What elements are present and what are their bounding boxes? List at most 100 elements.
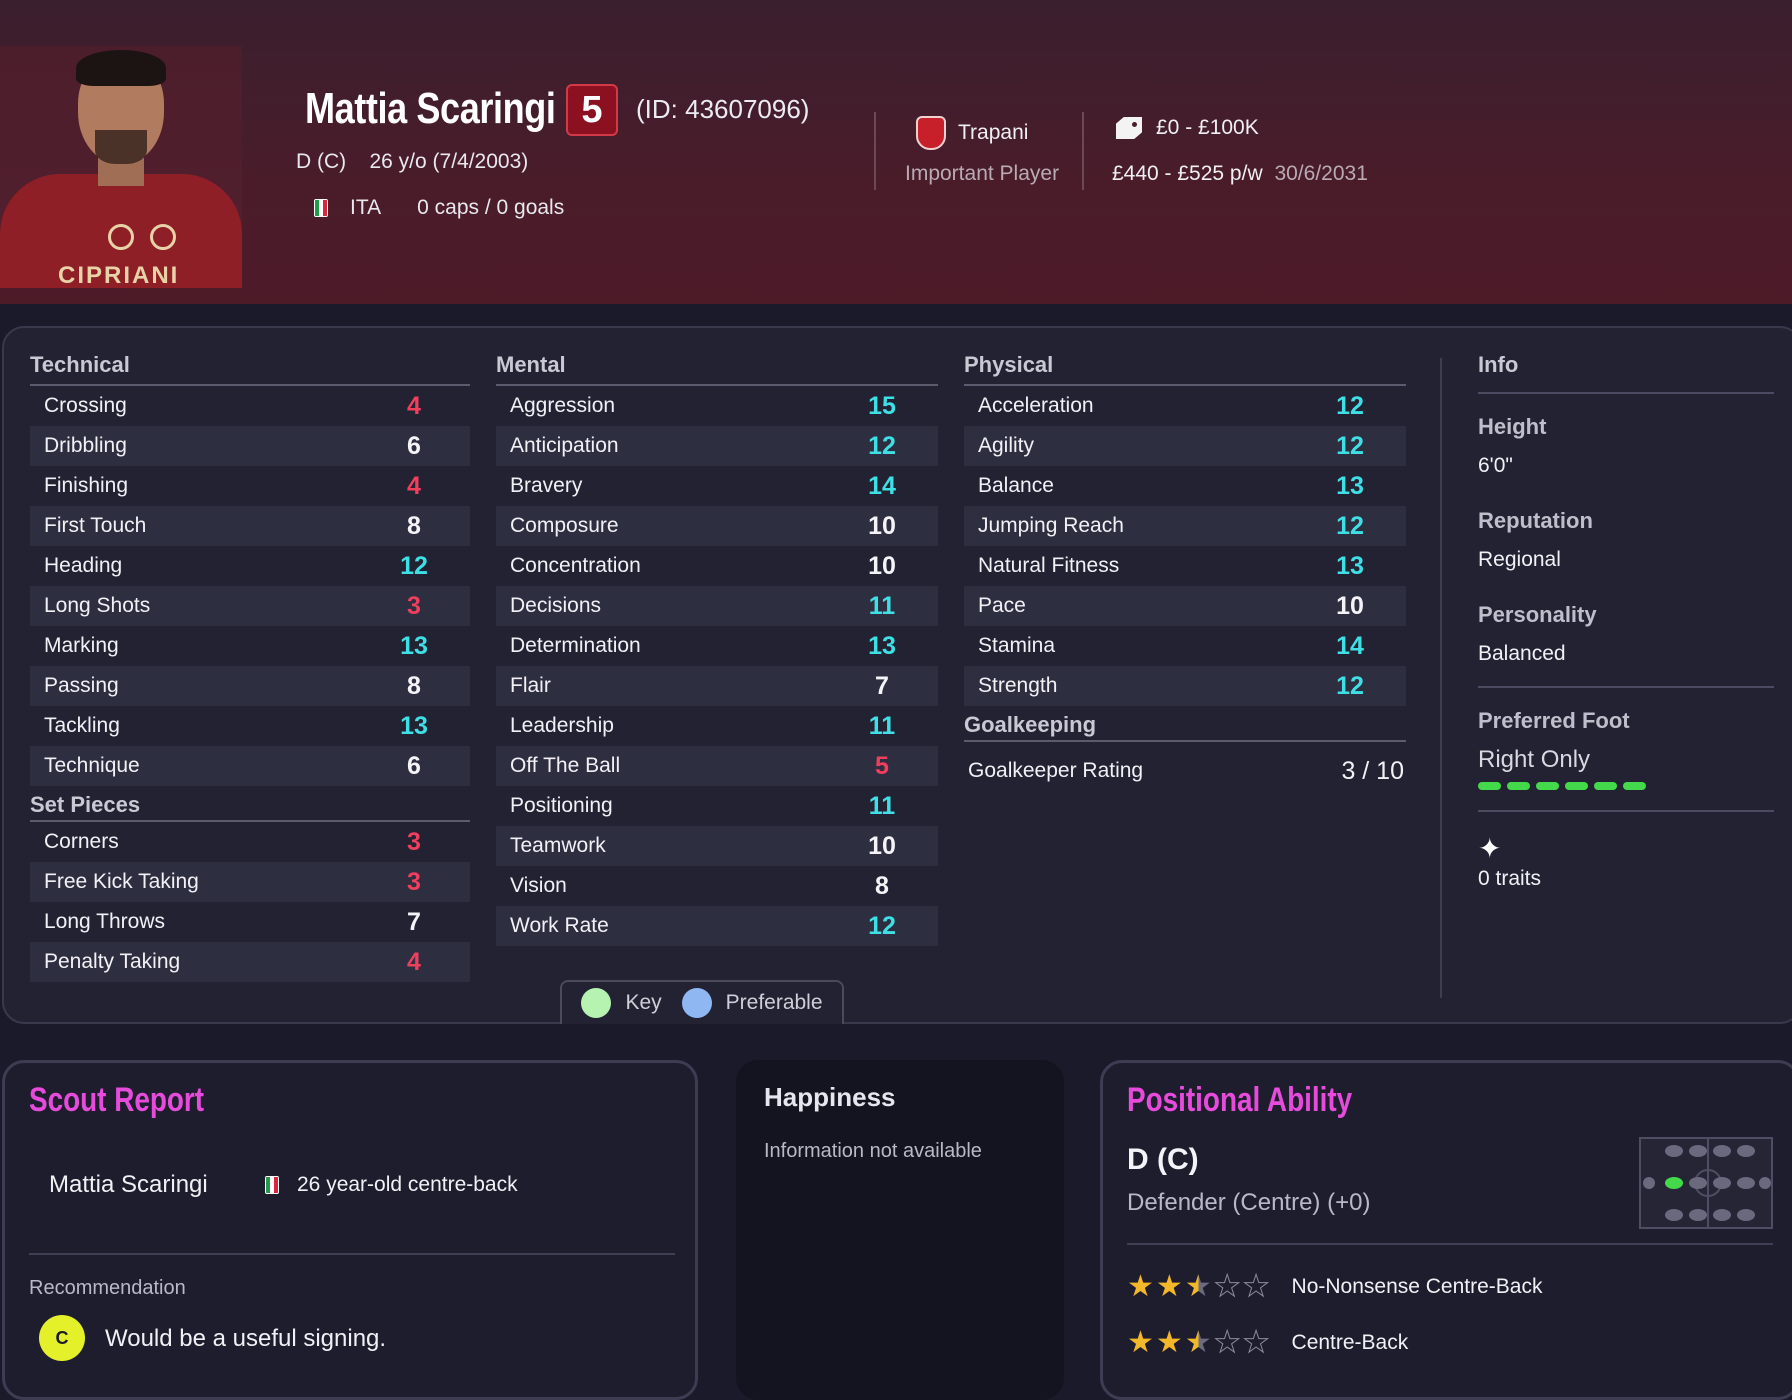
attribute-value: 7	[407, 907, 421, 936]
positional-separator	[1127, 1243, 1773, 1245]
attribute-row-first-touch[interactable]: First Touch 8	[30, 506, 470, 546]
mental-heading: Mental	[496, 350, 938, 386]
attribute-row-determination[interactable]: Determination 13	[496, 626, 938, 666]
attribute-row-dribbling[interactable]: Dribbling 6	[30, 426, 470, 466]
role-row[interactable]: ★ ★ ★ ★ ★ No-Nonsense Centre-Back	[1127, 1269, 1542, 1304]
transfer-value: £0 - £100K	[1116, 116, 1259, 140]
happiness-card: Happiness Information not available	[736, 1060, 1064, 1400]
mental-column: Mental Aggression 15 Anticipation 12 Bravery…	[496, 350, 938, 946]
attribute-row-concentration[interactable]: Concentration 10	[496, 546, 938, 586]
attribute-row-tackling[interactable]: Tackling 13	[30, 706, 470, 746]
attribute-row-technique[interactable]: Technique 6	[30, 746, 470, 786]
attribute-name: Penalty Taking	[44, 950, 181, 973]
attribute-row-composure[interactable]: Composure 10	[496, 506, 938, 546]
attribute-name: Anticipation	[510, 434, 619, 457]
key-dot-icon	[581, 988, 612, 1018]
italy-flag-icon	[314, 199, 328, 217]
attribute-value: 15	[868, 391, 896, 420]
star-icon: ★	[1155, 1270, 1183, 1303]
contract-end: 30/6/2031	[1274, 162, 1368, 185]
pitch-position-dot	[1713, 1145, 1731, 1157]
attribute-value: 10	[1336, 591, 1364, 620]
attribute-row-corners[interactable]: Corners 3	[30, 822, 470, 862]
nation-code[interactable]: ITA	[350, 196, 381, 220]
attribute-row-pace[interactable]: Pace 10	[964, 586, 1406, 626]
physical-column: Physical Acceleration 12 Agility 12 Balance 1…	[964, 350, 1406, 800]
attribute-row-finishing[interactable]: Finishing 4	[30, 466, 470, 506]
attribute-name: Technique	[44, 754, 140, 777]
attribute-row-natural-fitness[interactable]: Natural Fitness 13	[964, 546, 1406, 586]
player-beard	[95, 130, 147, 164]
attribute-row-stamina[interactable]: Stamina 14	[964, 626, 1406, 666]
star-icon: ★	[1127, 1270, 1154, 1303]
attribute-name: Marking	[44, 634, 119, 657]
attribute-row-balance[interactable]: Balance 13	[964, 466, 1406, 506]
attribute-value: 3	[407, 591, 421, 620]
position-pitch-map[interactable]	[1639, 1137, 1773, 1229]
attribute-name: Pace	[978, 594, 1026, 617]
attribute-name: Jumping Reach	[978, 514, 1124, 537]
attribute-row-jumping-reach[interactable]: Jumping Reach 12	[964, 506, 1406, 546]
shirt-crest-icon	[150, 224, 176, 250]
italy-flag-icon	[265, 1176, 279, 1194]
pitch-position-dot	[1643, 1177, 1655, 1189]
scout-separator	[29, 1253, 675, 1255]
attribute-row-aggression[interactable]: Aggression 15	[496, 386, 938, 426]
attribute-name: Corners	[44, 830, 119, 853]
set-pieces-list: Corners 3 Free Kick Taking 3 Long Throws 7 Pen…	[30, 822, 470, 982]
header-divider	[874, 112, 876, 190]
header-divider	[1082, 112, 1084, 190]
pitch-position-dot	[1689, 1145, 1707, 1157]
attribute-row-long-shots[interactable]: Long Shots 3	[30, 586, 470, 626]
star-icon: ★	[1127, 1326, 1154, 1359]
attribute-row-crossing[interactable]: Crossing 4	[30, 386, 470, 426]
attribute-row-strength[interactable]: Strength 12	[964, 666, 1406, 706]
player-name: Mattia Scaringi	[305, 84, 556, 133]
attribute-value: 12	[868, 431, 896, 460]
recommendation-grade-badge: C	[39, 1315, 85, 1361]
attribute-row-penalty-taking[interactable]: Penalty Taking 4	[30, 942, 470, 982]
attribute-row-work-rate[interactable]: Work Rate 12	[496, 906, 938, 946]
traits-count[interactable]: 0 traits	[1478, 867, 1774, 891]
attribute-row-positioning[interactable]: Positioning 11	[496, 786, 938, 826]
club-link[interactable]: Trapani	[916, 116, 1028, 150]
attribute-row-passing[interactable]: Passing 8	[30, 666, 470, 706]
natural-position: D (C)	[1127, 1143, 1199, 1176]
attribute-row-free-kick-taking[interactable]: Free Kick Taking 3	[30, 862, 470, 902]
wage: £440 - £525 p/w 30/6/2031	[1112, 162, 1368, 186]
foot-bar-segment	[1536, 782, 1559, 790]
attributes-panel: Technical Crossing 4 Dribbling 6 Finishing 4 F…	[2, 326, 1792, 1024]
attribute-value: 13	[400, 631, 428, 660]
attribute-legend: Key Preferable	[560, 980, 844, 1024]
attribute-row-leadership[interactable]: Leadership 11	[496, 706, 938, 746]
attribute-value: 3	[407, 827, 421, 856]
goalkeeper-rating-value: 3 / 10	[1341, 756, 1404, 785]
attribute-row-agility[interactable]: Agility 12	[964, 426, 1406, 466]
preferred-foot-value: Right Only	[1478, 746, 1591, 773]
caps-goals: 0 caps / 0 goals	[417, 196, 565, 219]
attribute-row-acceleration[interactable]: Acceleration 12	[964, 386, 1406, 426]
foot-bar-segment	[1565, 782, 1588, 790]
attribute-row-vision[interactable]: Vision 8	[496, 866, 938, 906]
attribute-row-anticipation[interactable]: Anticipation 12	[496, 426, 938, 466]
attribute-row-long-throws[interactable]: Long Throws 7	[30, 902, 470, 942]
attribute-row-bravery[interactable]: Bravery 14	[496, 466, 938, 506]
attribute-row-decisions[interactable]: Decisions 11	[496, 586, 938, 626]
attribute-row-heading[interactable]: Heading 12	[30, 546, 470, 586]
attribute-value: 10	[868, 831, 896, 860]
attribute-row-teamwork[interactable]: Teamwork 10	[496, 826, 938, 866]
attribute-name: Agility	[978, 434, 1035, 457]
player-photo: CIPRIANI	[0, 46, 242, 288]
attribute-name: Heading	[44, 554, 123, 577]
attribute-row-flair[interactable]: Flair 7	[496, 666, 938, 706]
star-icon: ★	[1184, 1326, 1212, 1359]
attribute-row-marking[interactable]: Marking 13	[30, 626, 470, 666]
technical-list: Crossing 4 Dribbling 6 Finishing 4 First Touch…	[30, 386, 470, 786]
attribute-row-off-the-ball[interactable]: Off The Ball 5	[496, 746, 938, 786]
attribute-name: Finishing	[44, 474, 129, 497]
attribute-value: 11	[868, 711, 896, 740]
shirt-sponsor: CIPRIANI	[58, 262, 180, 288]
ability-badge[interactable]: 5	[566, 84, 618, 136]
star-icon: ★	[1184, 1270, 1212, 1303]
role-row[interactable]: ★ ★ ★ ★ ★ Centre-Back	[1127, 1325, 1408, 1360]
